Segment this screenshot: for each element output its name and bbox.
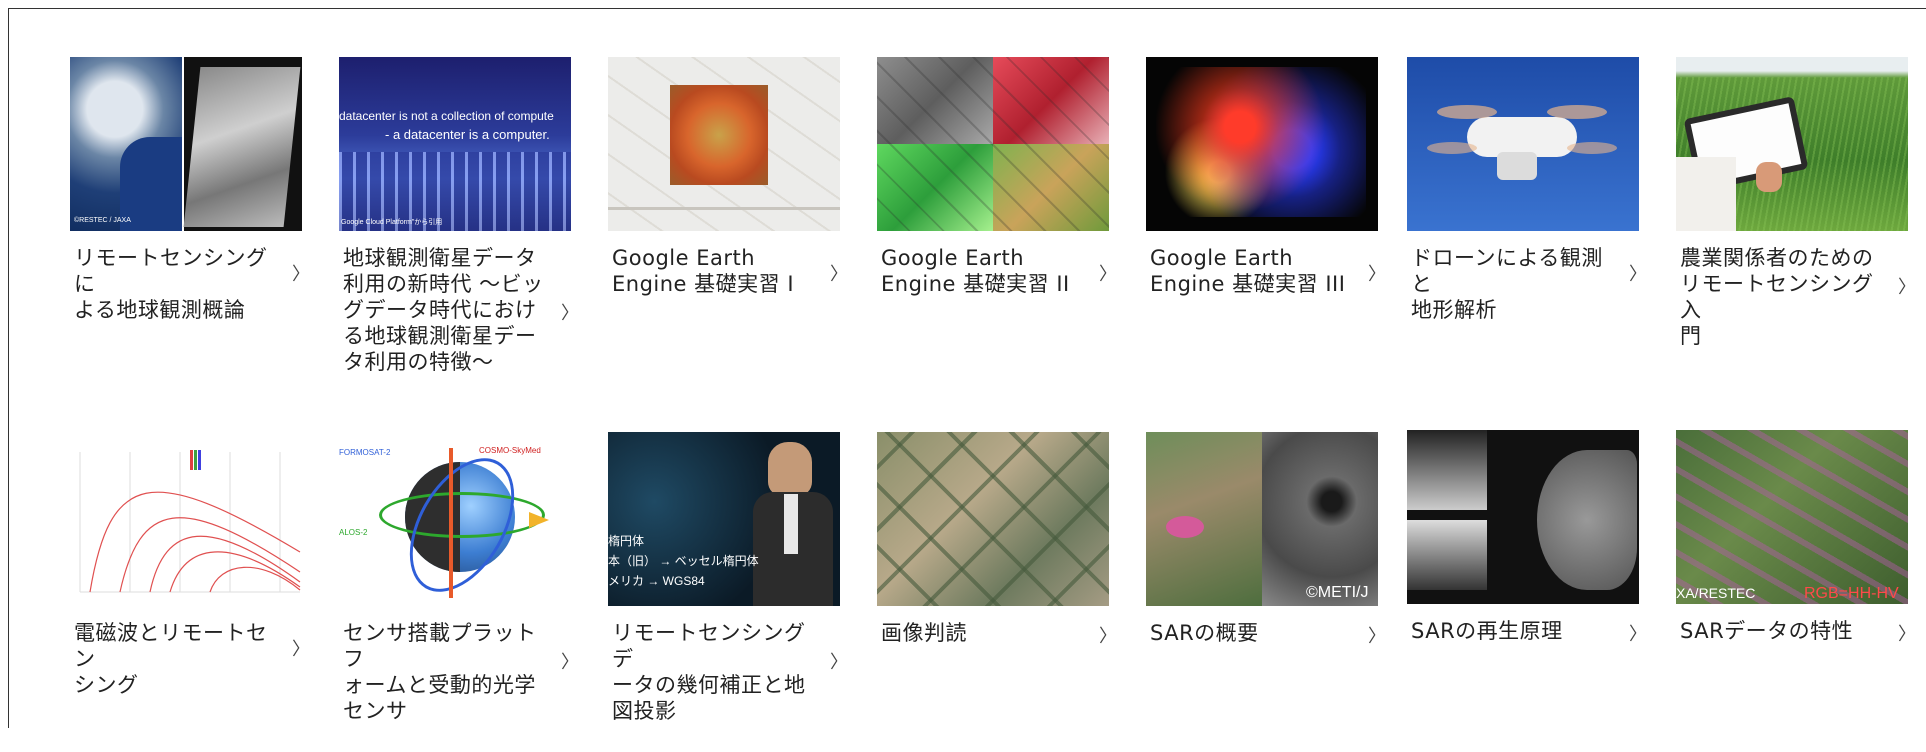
thumb-caption: XA/RESTEC [1676, 585, 1756, 601]
thumb-text: - a datacenter is a computer. [385, 127, 550, 142]
course-title: リモートセンシングデ ータの幾何補正と地 図投影 [612, 621, 806, 723]
course-title: Google Earth Engine 基礎実習 II [881, 246, 1070, 296]
course-thumbnail: 楕円体 本（旧） → ベッセル楕円体 メリカ → WGS84 [608, 432, 840, 606]
course-thumbnail: ©RESTEC / JAXA [70, 57, 302, 231]
course-thumbnail: COSMO-SkyMed FORMOSAT-2 ALOS-2 [339, 432, 571, 606]
chevron-right-icon: 〉 [1898, 277, 1916, 298]
course-thumbnail [1407, 57, 1639, 231]
course-title: ドローンによる観測と 地形解析 [1411, 246, 1603, 322]
chevron-right-icon: 〉 [1629, 264, 1647, 285]
chevron-right-icon: 〉 [830, 652, 848, 673]
thumb-text: 楕円体 [608, 534, 645, 548]
chevron-right-icon: 〉 [1629, 624, 1647, 645]
thumb-text: 本（旧） → ベッセル楕円体 [608, 554, 759, 568]
course-card[interactable]: datacenter is not a collection of comput… [339, 57, 579, 377]
chevron-right-icon: 〉 [292, 264, 310, 285]
chevron-right-icon: 〉 [1099, 264, 1117, 285]
course-title: センサ搭載プラットフ ォームと受動的光学 センサ [343, 621, 537, 723]
thumb-caption: ©METI/J [1306, 584, 1369, 601]
course-thumbnail [1676, 57, 1908, 231]
course-thumbnail [1407, 430, 1639, 604]
course-title: 地球観測衛星データ 利用の新時代 ～ビッ グデータ時代におけ る地球観測衛星デー… [343, 246, 544, 374]
course-thumbnail: ©METI/J [1146, 432, 1378, 606]
course-thumbnail [1146, 57, 1378, 231]
chevron-right-icon: 〉 [1898, 624, 1916, 645]
course-card[interactable]: Google Earth Engine 基礎実習 II 〉 [877, 57, 1117, 377]
course-thumbnail: XA/RESTEC RGB=HH-HV [1676, 430, 1908, 604]
course-title: SARの再生原理 [1411, 619, 1563, 643]
thumb-label: RGB=HH-HV [1804, 585, 1899, 602]
thumb-text: datacenter is not a collection of comput… [339, 109, 554, 123]
thumb-label: COSMO-SkyMed [479, 446, 541, 455]
course-title: Google Earth Engine 基礎実習 III [1150, 246, 1346, 296]
course-card[interactable]: 農業関係者のための リモートセンシング入 門 〉 [1676, 57, 1916, 377]
course-title: SARデータの特性 [1680, 619, 1854, 643]
course-thumbnail [70, 432, 302, 606]
course-card[interactable]: Google Earth Engine 基礎実習 I 〉 [608, 57, 848, 377]
course-card[interactable]: Google Earth Engine 基礎実習 III 〉 [1146, 57, 1386, 377]
course-title: 電磁波とリモートセン シング [74, 621, 268, 697]
course-title: SARの概要 [1150, 621, 1259, 645]
course-card[interactable]: ドローンによる観測と 地形解析 〉 [1407, 57, 1647, 377]
chevron-right-icon: 〉 [292, 639, 310, 660]
chevron-right-icon: 〉 [561, 652, 579, 673]
course-card[interactable]: COSMO-SkyMed FORMOSAT-2 ALOS-2 センサ搭載プラット… [339, 432, 579, 752]
chevron-right-icon: 〉 [1368, 626, 1386, 647]
course-card[interactable]: SARの再生原理 〉 [1407, 430, 1647, 750]
course-title: リモートセンシングに よる地球観測概論 [74, 246, 268, 322]
course-title: Google Earth Engine 基礎実習 I [612, 246, 795, 296]
course-card[interactable]: 電磁波とリモートセン シング 〉 [70, 432, 310, 752]
course-title: 農業関係者のための リモートセンシング入 門 [1680, 246, 1874, 348]
thumb-text: メリカ → WGS84 [608, 574, 705, 588]
spectrum-chart-image [79, 450, 301, 593]
course-card[interactable]: 画像判読 〉 [877, 432, 1117, 752]
chevron-right-icon: 〉 [830, 264, 848, 285]
course-card[interactable]: ©RESTEC / JAXA リモートセンシングに よる地球観測概論 〉 [70, 57, 310, 377]
chevron-right-icon: 〉 [1368, 264, 1386, 285]
thumb-caption: ©RESTEC / JAXA [74, 217, 131, 224]
course-thumbnail [877, 57, 1109, 231]
course-thumbnail [608, 57, 840, 231]
thumb-label: FORMOSAT-2 [339, 448, 391, 457]
course-card[interactable]: 楕円体 本（旧） → ベッセル楕円体 メリカ → WGS84 リモートセンシング… [608, 432, 848, 752]
thumb-label: ALOS-2 [339, 528, 368, 537]
course-thumbnail [877, 432, 1109, 606]
chevron-right-icon: 〉 [561, 303, 579, 324]
thumb-caption: Google Cloud Platform"から引用 [341, 219, 443, 226]
course-card[interactable]: XA/RESTEC RGB=HH-HV SARデータの特性 〉 [1676, 430, 1916, 750]
course-thumbnail: datacenter is not a collection of comput… [339, 57, 571, 231]
course-title: 画像判読 [881, 621, 967, 645]
chevron-right-icon: 〉 [1099, 626, 1117, 647]
course-card[interactable]: ©METI/J SARの概要 〉 [1146, 432, 1386, 752]
